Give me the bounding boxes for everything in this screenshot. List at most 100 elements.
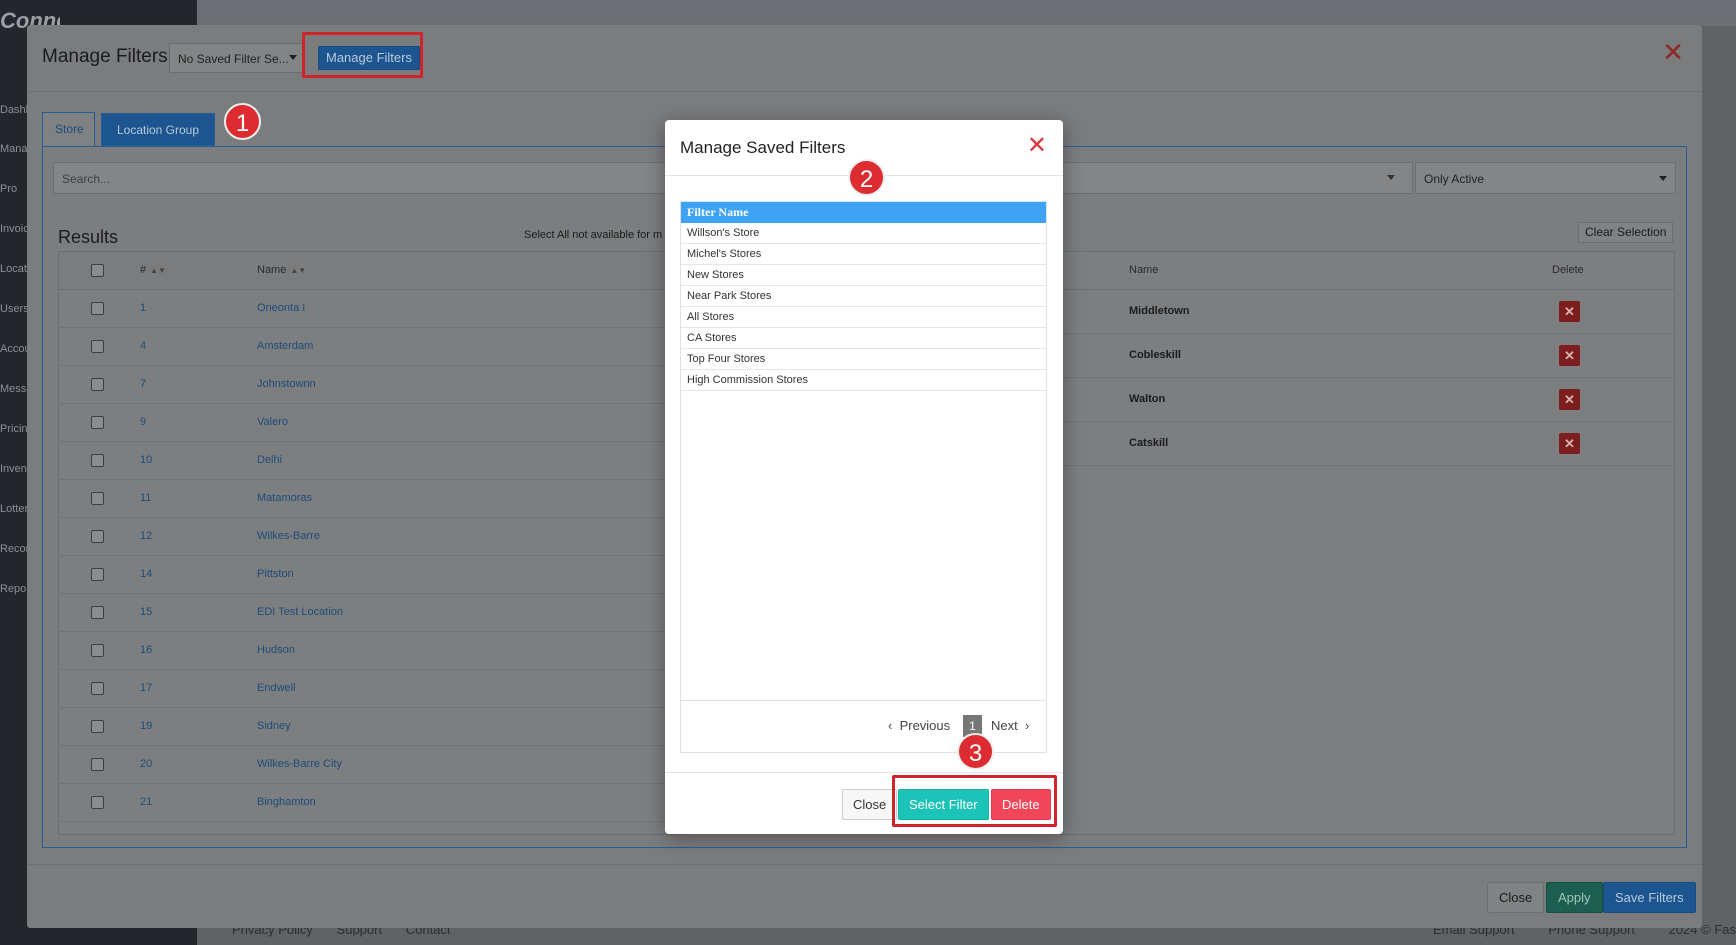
row-name-link[interactable]: Amsterdam	[257, 340, 313, 352]
saved-filter-select[interactable]: No Saved Filter Se...	[169, 43, 305, 73]
close-icon[interactable]: ✕	[1027, 134, 1047, 158]
row-checkbox[interactable]	[91, 302, 104, 315]
row-checkbox[interactable]	[91, 530, 104, 543]
row-number-link[interactable]: 14	[140, 568, 152, 580]
tab-store[interactable]: Store	[42, 112, 95, 146]
row-checkbox[interactable]	[91, 796, 104, 809]
caret-down-icon	[289, 55, 297, 60]
row-number-link[interactable]: 16	[140, 644, 152, 656]
row-number-link[interactable]: 7	[140, 378, 146, 390]
row-number-link[interactable]: 17	[140, 682, 152, 694]
saved-filter-item[interactable]: Willson's Store	[681, 223, 1046, 244]
delete-icon[interactable]: ✕	[1559, 433, 1580, 454]
delete-icon[interactable]: ✕	[1559, 345, 1580, 366]
table-row: 10 Delhi	[59, 442, 689, 480]
table-row: 17 Endwell	[59, 670, 689, 708]
status-select[interactable]: Only Active	[1415, 162, 1676, 194]
row-number-link[interactable]: 21	[140, 796, 152, 808]
row-number-link[interactable]: 15	[140, 606, 152, 618]
sidebar-item: Lottery	[0, 503, 28, 515]
row-checkbox[interactable]	[91, 454, 104, 467]
row-name-link[interactable]: Matamoras	[257, 492, 312, 504]
chevron-left-icon: ‹	[888, 718, 900, 733]
selected-row: Walton ✕	[1059, 378, 1674, 422]
row-name-link[interactable]: Sidney	[257, 720, 291, 732]
manage-saved-filters-dialog: Manage Saved Filters ✕ Filter Name Wills…	[665, 120, 1063, 834]
saved-filter-item[interactable]: CA Stores	[681, 328, 1046, 349]
modal-header: Manage Filters No Saved Filter Se... Man…	[27, 25, 1702, 92]
modal-title: Manage Filters	[42, 46, 168, 67]
row-name-link[interactable]: Binghamton	[257, 796, 316, 808]
row-checkbox[interactable]	[91, 568, 104, 581]
select-all-note: Select All not available for m	[524, 229, 663, 241]
saved-filter-item[interactable]: Michel's Stores	[681, 244, 1046, 265]
status-select-value: Only Active	[1424, 172, 1485, 186]
tab-location-group[interactable]: Location Group	[101, 113, 215, 146]
delete-icon[interactable]: ✕	[1559, 389, 1580, 410]
row-number-link[interactable]: 20	[140, 758, 152, 770]
next-page-button[interactable]: Next ›	[991, 718, 1029, 733]
row-number-link[interactable]: 1	[140, 302, 146, 314]
sidebar-item: Pricing	[0, 423, 28, 435]
row-number-link[interactable]: 4	[140, 340, 146, 352]
row-name-link[interactable]: Wilkes-Barre	[257, 530, 320, 542]
callout-badge-3: 3	[957, 733, 994, 770]
row-checkbox[interactable]	[91, 606, 104, 619]
row-name-link[interactable]: Valero	[257, 416, 288, 428]
saved-filter-item[interactable]: High Commission Stores	[681, 370, 1046, 391]
dialog-close-button[interactable]: Close	[842, 789, 898, 820]
table-row: 1 Oneonta I	[59, 290, 689, 328]
callout-badge-1: 1	[224, 103, 261, 140]
close-icon[interactable]: ✕	[1662, 39, 1684, 65]
clear-selection-button[interactable]: Clear Selection	[1578, 222, 1674, 243]
saved-filter-item[interactable]: Top Four Stores	[681, 349, 1046, 370]
row-checkbox[interactable]	[91, 644, 104, 657]
saved-filter-item[interactable]: New Stores	[681, 265, 1046, 286]
row-name-link[interactable]: Johnstownn	[257, 378, 316, 390]
saved-filter-select-value: No Saved Filter Se...	[178, 52, 289, 66]
sidebar-item: Reports	[0, 583, 28, 595]
column-header-delete: Delete	[1552, 264, 1584, 276]
row-name-link[interactable]: Hudson	[257, 644, 295, 656]
results-title: Results	[58, 227, 119, 247]
row-name-link[interactable]: Delhi	[257, 454, 282, 466]
row-checkbox[interactable]	[91, 416, 104, 429]
previous-page-button[interactable]: ‹ Previous	[888, 718, 950, 733]
row-number-link[interactable]: 9	[140, 416, 146, 428]
row-name-link[interactable]: Oneonta I	[257, 302, 305, 314]
row-checkbox[interactable]	[91, 492, 104, 505]
callout-badge-2: 2	[848, 159, 885, 196]
table-row: 11 Matamoras	[59, 480, 689, 518]
column-header-name[interactable]: Name ▲▼	[257, 264, 306, 276]
saved-filter-item[interactable]: All Stores	[681, 307, 1046, 328]
save-filters-button[interactable]: Save Filters	[1603, 882, 1696, 913]
sidebar-item: Dashboard	[0, 104, 28, 116]
saved-filter-item[interactable]: Near Park Stores	[681, 286, 1046, 307]
row-number-link[interactable]: 11	[140, 492, 151, 504]
results-table: # ▲▼ Name ▲▼ 1 Oneonta I 4 Amsterdam 7 Johnstow…	[58, 251, 690, 835]
dialog-title: Manage Saved Filters	[680, 138, 846, 157]
apply-button[interactable]: Apply	[1546, 882, 1603, 913]
select-all-checkbox[interactable]	[91, 264, 104, 277]
row-checkbox[interactable]	[91, 720, 104, 733]
row-checkbox[interactable]	[91, 340, 104, 353]
caret-down-icon	[1387, 175, 1395, 180]
column-header-number[interactable]: # ▲▼	[140, 264, 166, 276]
close-button[interactable]: Close	[1487, 882, 1545, 913]
row-name-link[interactable]: Wilkes-Barre City	[257, 758, 342, 770]
table-row: 20 Wilkes-Barre City	[59, 746, 689, 784]
sidebar-item: Users	[0, 303, 28, 315]
row-number-link[interactable]: 19	[140, 720, 152, 732]
table-row: 19 Sidney	[59, 708, 689, 746]
row-name-link[interactable]: EDI Test Location	[257, 606, 343, 618]
row-name-link[interactable]: Pittston	[257, 568, 294, 580]
delete-icon[interactable]: ✕	[1559, 301, 1580, 322]
row-checkbox[interactable]	[91, 378, 104, 391]
selected-location-name: Catskill	[1129, 437, 1169, 449]
row-checkbox[interactable]	[91, 758, 104, 771]
row-number-link[interactable]: 12	[140, 530, 152, 542]
sidebar-item: Messages	[0, 383, 28, 395]
row-number-link[interactable]: 10	[140, 454, 152, 466]
row-checkbox[interactable]	[91, 682, 104, 695]
row-name-link[interactable]: Endwell	[257, 682, 296, 694]
